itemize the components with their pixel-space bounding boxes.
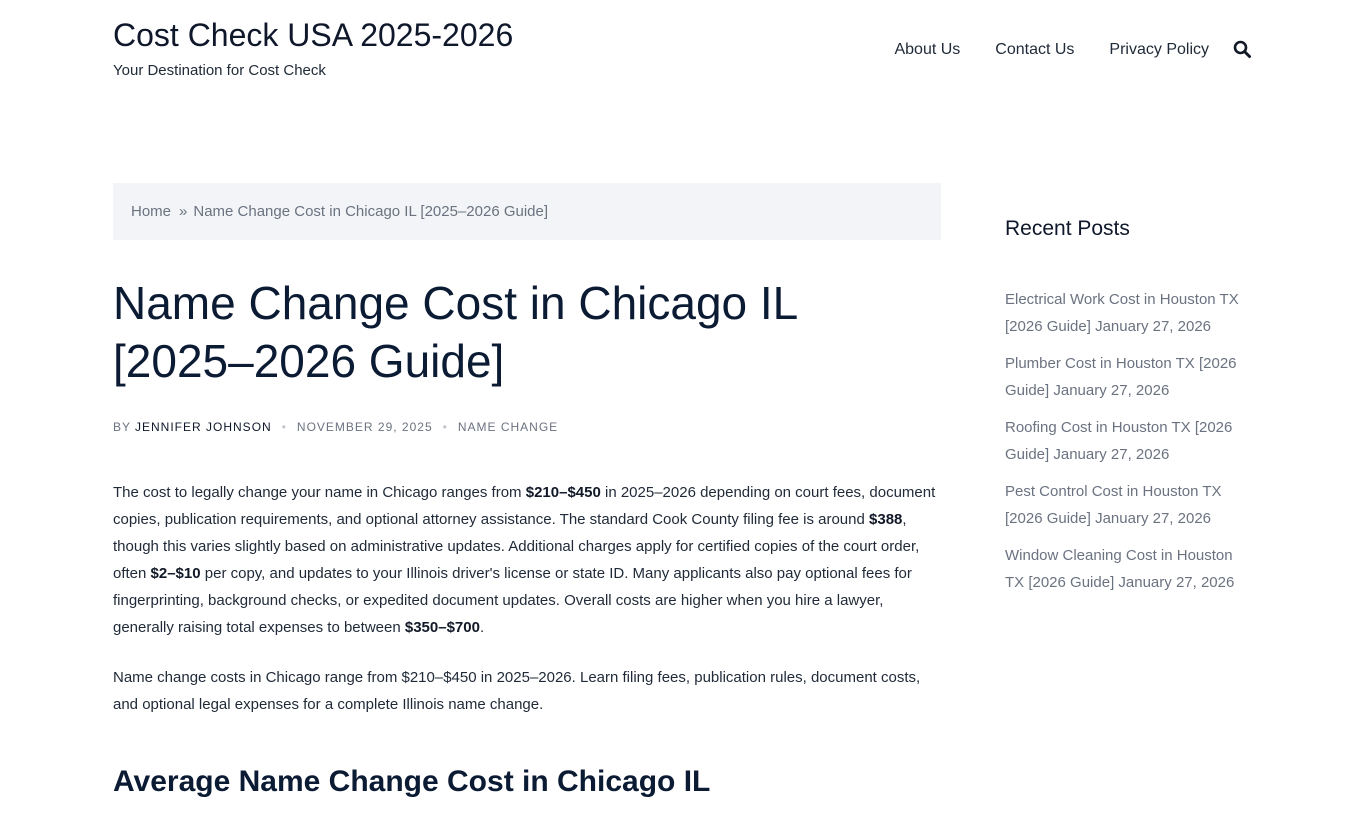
list-item: Electrical Work Cost in Houston TX [2026… [1005,286,1245,340]
sidebar: Recent Posts Electrical Work Cost in Hou… [1005,214,1245,606]
main-nav: About Us Contact Us Privacy Policy [859,40,1253,60]
site-header: Cost Check USA 2025-2026 Your Destinatio… [113,14,513,79]
recent-posts-list: Electrical Work Cost in Houston TX [2026… [1005,286,1245,596]
nav-privacy-policy[interactable]: Privacy Policy [1109,41,1209,59]
meta-date[interactable]: NOVEMBER 29, 2025 [297,420,433,434]
para-text: per copy, and updates to your Illinois d… [113,565,912,636]
breadcrumb-separator: » [179,203,188,220]
breadcrumb-home[interactable]: Home [131,203,171,220]
breadcrumb-current: Name Change Cost in Chicago IL [2025–202… [193,203,549,220]
site-title[interactable]: Cost Check USA 2025-2026 [113,14,513,56]
meta-author[interactable]: JENNIFER JOHNSON [135,420,272,434]
list-item: Pest Control Cost in Houston TX [2026 Gu… [1005,478,1245,532]
recent-post-date: January 27, 2026 [1053,382,1170,399]
para-bold: $210–$450 [525,484,601,501]
para-text: . [479,619,485,636]
post-meta: BY JENNIFER JOHNSON • NOVEMBER 29, 2025 … [113,420,941,434]
nav-contact-us[interactable]: Contact Us [995,41,1074,59]
list-item: Roofing Cost in Houston TX [2026 Guide] … [1005,414,1245,468]
breadcrumb: Home » Name Change Cost in Chicago IL [2… [113,183,941,240]
para-bold: $388 [869,511,903,528]
list-item: Window Cleaning Cost in Houston TX [2026… [1005,542,1245,596]
nav-about-us[interactable]: About Us [894,41,960,59]
list-item: Plumber Cost in Houston TX [2026 Guide] … [1005,350,1245,404]
para-bold: $2–$10 [150,565,201,582]
meta-dot: • [442,420,448,434]
meta-category[interactable]: NAME CHANGE [458,420,558,434]
page-title: Name Change Cost in Chicago IL [2025–202… [113,277,797,387]
recent-post-date: January 27, 2026 [1095,510,1211,527]
meta-by: BY [113,420,132,434]
para-bold: $350–$700 [404,619,480,636]
site-tagline: Your Destination for Cost Check [113,62,326,79]
recent-post-date: January 27, 2026 [1095,318,1211,335]
main-content: Home » Name Change Cost in Chicago IL [2… [113,183,941,827]
recent-post-date: January 27, 2026 [1053,446,1170,463]
meta-dot: • [281,420,287,434]
sidebar-heading: Recent Posts [1005,217,1130,240]
recent-post-date: January 27, 2026 [1118,574,1235,591]
intro-paragraph: The cost to legally change your name in … [113,479,941,641]
section-heading: Average Name Change Cost in Chicago IL [113,765,711,798]
search-icon[interactable] [1233,40,1253,60]
para-text: The cost to legally change your name in … [113,484,526,501]
summary-paragraph: Name change costs in Chicago range from … [113,669,921,713]
